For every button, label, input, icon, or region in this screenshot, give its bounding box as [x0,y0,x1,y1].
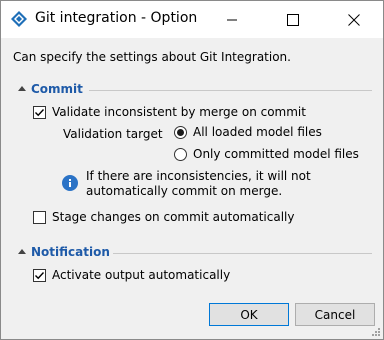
activate-checkbox[interactable] [33,268,46,282]
radio-all-loaded[interactable] [174,125,187,139]
commit-section-label: Commit [31,82,83,96]
collapse-chevron-icon [18,86,26,91]
activate-checkbox-row[interactable]: Activate output automatically [33,268,230,282]
stage-checkbox-label: Stage changes on commit automatically [52,210,295,224]
info-text-line-1: If there are inconsistencies, it will no… [86,169,311,183]
activate-checkbox-label: Activate output automatically [52,268,231,282]
notification-section-divider [113,253,372,254]
info-text: If there are inconsistencies, it will no… [86,169,311,199]
dialog-description: Can specify the settings about Git Integ… [13,50,291,64]
validate-checkbox-label: Validate inconsistent by merge on commit [52,105,306,119]
cancel-button[interactable]: Cancel [295,303,375,326]
radio-all-loaded-row[interactable]: All loaded model files [174,125,322,139]
commit-section-header[interactable]: Commit [17,81,83,97]
maximize-button[interactable] [270,1,316,38]
checkmark-icon [35,271,45,279]
validate-checkbox[interactable] [33,105,46,119]
resize-grip-icon[interactable] [371,327,381,337]
ok-button[interactable]: OK [209,303,289,326]
validation-target-label: Validation target [63,127,163,141]
notification-section-label: Notification [31,245,110,259]
info-icon [62,175,78,191]
window-title: Git integration - Option [35,10,198,26]
commit-section-divider [89,90,372,91]
radio-all-loaded-label: All loaded model files [193,125,322,139]
maximize-icon [287,13,299,26]
radio-selected-dot [177,128,184,136]
stage-checkbox[interactable] [33,210,46,224]
collapse-chevron-icon [18,249,26,254]
minimize-button[interactable] [209,1,255,38]
radio-only-committed[interactable] [174,147,187,161]
option-dialog: Git integration - Option Can specify the… [0,0,384,340]
minimize-icon [227,19,237,20]
info-message: If there are inconsistencies, it will no… [62,169,362,199]
validate-checkbox-row[interactable]: Validate inconsistent by merge on commit [33,105,306,119]
checkmark-icon [35,108,45,116]
title-bar[interactable]: Git integration - Option [1,1,383,38]
close-button[interactable] [331,1,377,38]
close-icon [348,13,360,26]
stage-checkbox-row[interactable]: Stage changes on commit automatically [33,210,294,224]
radio-only-committed-label: Only committed model files [193,147,359,161]
info-text-line-2: automatically commit on merge. [86,184,283,198]
app-diamond-icon [11,11,27,27]
radio-only-committed-row[interactable]: Only committed model files [174,147,359,161]
notification-section-header[interactable]: Notification [17,244,110,260]
